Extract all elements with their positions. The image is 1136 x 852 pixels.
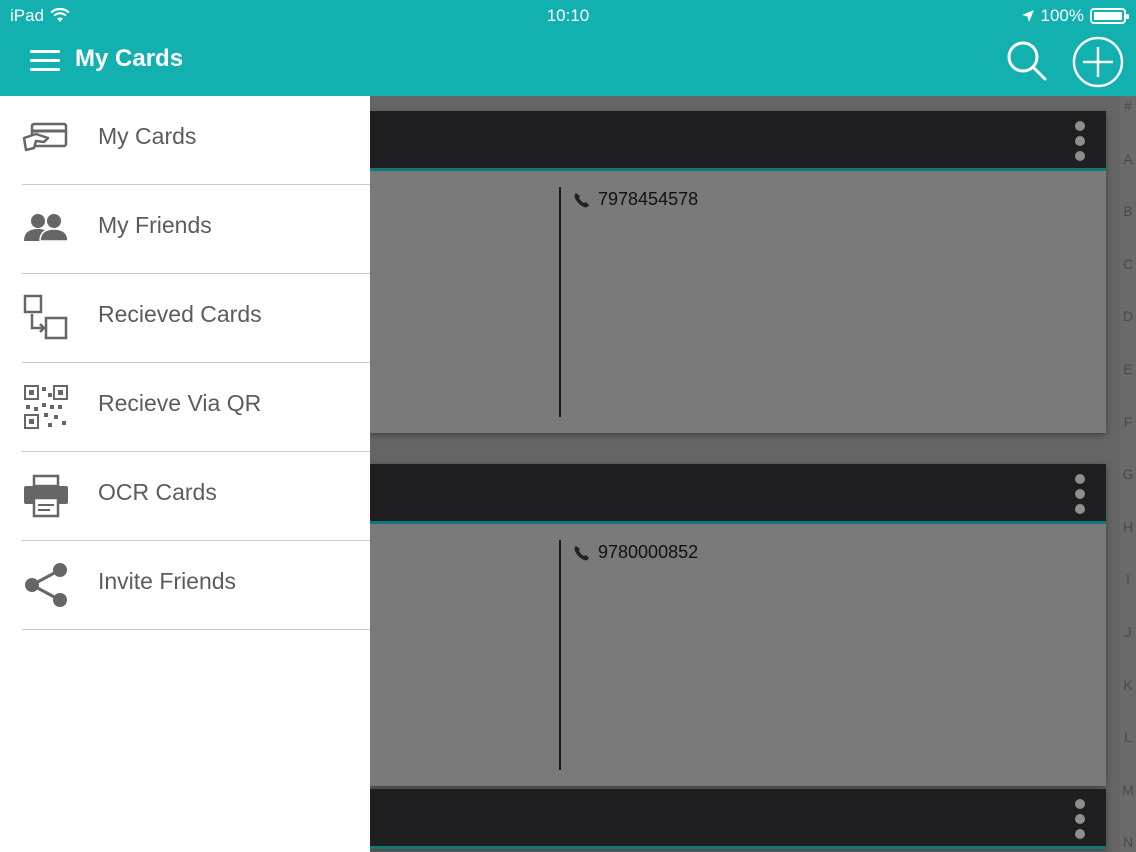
- phone-icon: [574, 192, 589, 207]
- alphabet-index[interactable]: # A B C D E F G H I J K L M N: [1120, 96, 1136, 852]
- dot: [1075, 829, 1085, 839]
- search-button[interactable]: [1002, 36, 1052, 86]
- drawer-item-my-cards[interactable]: My Cards: [0, 96, 370, 185]
- drawer-item-label: My Cards: [98, 123, 197, 149]
- status-time: 10:10: [546, 6, 590, 25]
- card-options-button[interactable]: [1072, 121, 1088, 161]
- drawer-item-recieved-cards[interactable]: Recieved Cards: [0, 274, 370, 363]
- card-header: [370, 111, 1106, 171]
- card-divider: [559, 187, 561, 417]
- card-body: 9780000852: [370, 524, 1106, 786]
- business-card[interactable]: [370, 789, 1106, 849]
- hamburger-line: [30, 50, 60, 53]
- friends-icon: [24, 214, 69, 242]
- alphabet-index-letter[interactable]: E: [1120, 359, 1136, 412]
- dot: [1075, 504, 1085, 514]
- card-divider: [559, 540, 561, 770]
- drawer-item-label: Recieve Via QR: [98, 390, 262, 416]
- alphabet-index-letter[interactable]: A: [1120, 149, 1136, 202]
- dot: [1075, 814, 1085, 824]
- drawer-item-label: My Friends: [98, 212, 212, 238]
- alphabet-index-letter[interactable]: N: [1120, 832, 1136, 852]
- app-header: iPad 10:10 100% My Cards: [0, 0, 1136, 96]
- drawer-item-label: OCR Cards: [98, 479, 217, 505]
- phone-number: 9780000852: [598, 542, 699, 562]
- alphabet-index-letter[interactable]: F: [1120, 412, 1136, 465]
- alphabet-index-letter[interactable]: B: [1120, 201, 1136, 254]
- drawer-item-label: Recieved Cards: [98, 301, 262, 327]
- card-header: [370, 789, 1106, 849]
- alphabet-index-letter[interactable]: I: [1120, 569, 1136, 622]
- dot: [1075, 151, 1085, 161]
- drawer-item-my-friends[interactable]: My Friends: [0, 185, 370, 274]
- card-header: [370, 464, 1106, 524]
- page-title: My Cards: [75, 45, 184, 72]
- drawer-item-ocr-cards[interactable]: OCR Cards: [0, 452, 370, 541]
- alphabet-index-letter[interactable]: H: [1120, 517, 1136, 570]
- drawer-item-recieve-via-qr[interactable]: Recieve Via QR: [0, 363, 370, 452]
- qr-code-icon: [24, 385, 68, 429]
- alphabet-index-letter[interactable]: C: [1120, 254, 1136, 307]
- card-body: 7978454578: [370, 171, 1106, 433]
- dot: [1075, 136, 1085, 146]
- card-phone[interactable]: 7978454578: [572, 189, 698, 210]
- dot: [1075, 121, 1085, 131]
- location-arrow-icon: [1021, 10, 1034, 22]
- dot: [1075, 799, 1085, 809]
- phone-number: 7978454578: [598, 189, 699, 209]
- dot: [1075, 474, 1085, 484]
- battery-percent: 100%: [1040, 6, 1084, 25]
- alphabet-index-letter[interactable]: G: [1120, 464, 1136, 517]
- side-drawer: My Cards My Friends Recieved Cards Recie…: [0, 96, 370, 852]
- plus-circle-icon: [1072, 36, 1124, 88]
- hamburger-line: [30, 68, 60, 71]
- status-right: 100%: [1021, 6, 1129, 26]
- nav-bar: My Cards: [0, 32, 1136, 96]
- share-icon: [25, 563, 67, 607]
- menu-toggle-button[interactable]: [30, 50, 60, 72]
- card-phone[interactable]: 9780000852: [572, 542, 698, 563]
- card-hand-icon: [22, 122, 68, 152]
- alphabet-index-letter[interactable]: D: [1120, 306, 1136, 359]
- alphabet-index-letter[interactable]: #: [1120, 96, 1136, 149]
- alphabet-index-letter[interactable]: M: [1120, 780, 1136, 833]
- drawer-item-label: Invite Friends: [98, 568, 237, 594]
- battery-icon: [1090, 8, 1129, 24]
- add-card-button[interactable]: [1072, 36, 1124, 88]
- alphabet-index-letter[interactable]: K: [1120, 675, 1136, 728]
- search-icon: [1007, 41, 1047, 81]
- ocr-scanner-icon: [24, 474, 68, 518]
- received-cards-icon: [23, 294, 68, 340]
- alphabet-index-letter[interactable]: J: [1120, 622, 1136, 675]
- drawer-item-invite-friends[interactable]: Invite Friends: [0, 541, 370, 630]
- status-bar: iPad 10:10 100%: [0, 0, 1136, 32]
- hamburger-line: [30, 59, 60, 62]
- card-list: 7978454578 9780000852: [370, 96, 1120, 852]
- card-options-button[interactable]: [1072, 474, 1088, 514]
- business-card[interactable]: 9780000852: [370, 464, 1106, 786]
- alphabet-index-letter[interactable]: L: [1120, 727, 1136, 780]
- business-card[interactable]: 7978454578: [370, 111, 1106, 433]
- dot: [1075, 489, 1085, 499]
- card-options-button[interactable]: [1072, 799, 1088, 839]
- phone-icon: [574, 545, 589, 560]
